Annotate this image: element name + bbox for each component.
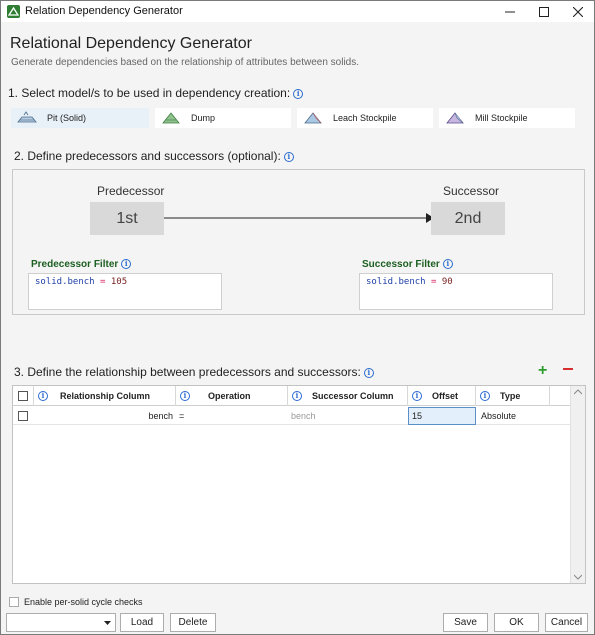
predecessor-node[interactable]: 1st — [90, 202, 164, 235]
successor-filter-input[interactable]: solid.bench = 90 — [359, 273, 553, 310]
filter-operator: = — [100, 277, 106, 287]
operation-column-label: Operation — [208, 391, 251, 401]
info-icon[interactable]: i — [412, 391, 422, 401]
predecessor-label: Predecessor — [97, 184, 165, 198]
relationship-column-label: Relationship Column — [60, 391, 150, 401]
close-icon — [573, 6, 583, 17]
grid-scrollbar[interactable] — [570, 386, 585, 583]
successor-label: Successor — [443, 184, 500, 198]
title-bar: Relation Dependency Generator — [1, 1, 594, 22]
select-all-header — [13, 386, 34, 406]
info-icon[interactable]: i — [121, 259, 132, 269]
load-button[interactable]: Load — [120, 613, 164, 632]
grid-header: i Relationship Column i Operation i Succ… — [13, 386, 570, 406]
predecessor-filter-title: Predecessor Filter i — [31, 259, 132, 270]
row-checkbox-cell — [18, 407, 30, 425]
arrow-connector — [164, 213, 434, 223]
info-icon[interactable]: i — [442, 259, 453, 269]
section2-label: 2. Define predecessors and successors (o… — [14, 149, 294, 163]
operation-cell[interactable]: = — [179, 407, 239, 425]
info-icon[interactable]: i — [363, 368, 374, 378]
operation-column-header[interactable]: i Operation — [176, 386, 288, 406]
offset-cell[interactable]: 15 — [408, 407, 476, 425]
cycle-check-checkbox[interactable] — [9, 597, 19, 607]
section2-label-text: 2. Define predecessors and successors (o… — [14, 149, 281, 163]
relationship-cell[interactable]: bench — [34, 407, 173, 425]
filter-value: 90 — [441, 277, 453, 287]
predecessor-filter-input[interactable]: solid.bench = 105 — [28, 273, 222, 310]
successor-filter-title-text: Successor Filter — [362, 259, 440, 270]
successor-value: bench — [291, 411, 316, 421]
type-cell[interactable]: Absolute — [481, 407, 551, 425]
chevron-down-icon — [104, 621, 111, 625]
cycle-check-option[interactable]: Enable per-solid cycle checks — [9, 597, 143, 607]
mill-stockpile-icon — [446, 112, 464, 124]
scroll-up-icon — [574, 389, 582, 395]
operation-value: = — [179, 411, 185, 421]
type-column-header[interactable]: i Type — [476, 386, 550, 406]
model-dump-label: Dump — [191, 113, 216, 123]
model-dump-button[interactable]: Dump — [155, 108, 291, 128]
offset-value: 15 — [412, 411, 423, 421]
info-icon[interactable]: i — [180, 391, 190, 401]
filter-field: solid.bench — [366, 277, 426, 287]
dialog-content: Relational Dependency Generator Generate… — [1, 22, 594, 634]
save-button[interactable]: Save — [443, 613, 488, 632]
model-leach-stockpile-label: Leach Stockpile — [333, 113, 397, 123]
info-icon[interactable]: i — [38, 391, 48, 401]
relationship-grid: i Relationship Column i Operation i Succ… — [12, 385, 586, 584]
relationship-column-header[interactable]: i Relationship Column — [34, 386, 176, 406]
filter-value: 105 — [110, 277, 128, 287]
model-pit-button[interactable]: Pit (Solid) — [11, 108, 149, 128]
maximize-button[interactable] — [527, 1, 561, 22]
section1-label: 1. Select model/s to be used in dependen… — [8, 86, 304, 100]
minimize-button[interactable] — [493, 1, 527, 22]
info-icon[interactable]: i — [292, 391, 302, 401]
remove-row-icon[interactable] — [563, 368, 573, 370]
successor-cell[interactable]: bench — [291, 407, 401, 425]
successor-node[interactable]: 2nd — [431, 202, 505, 235]
dialog-window: Relation Dependency Generator Relational… — [0, 0, 595, 635]
predecessor-filter-title-text: Predecessor Filter — [31, 259, 119, 270]
section3-label-text: 3. Define the relationship between prede… — [14, 365, 361, 379]
model-mill-stockpile-button[interactable]: Mill Stockpile — [439, 108, 575, 128]
offset-column-header[interactable]: i Offset — [408, 386, 476, 406]
app-icon — [7, 5, 20, 18]
row-checkbox[interactable] — [18, 411, 28, 421]
window-title: Relation Dependency Generator — [25, 5, 183, 17]
page-subtitle: Generate dependencies based on the relat… — [11, 57, 360, 68]
model-pit-label: Pit (Solid) — [47, 113, 87, 123]
preset-dropdown[interactable] — [6, 613, 116, 632]
scroll-down-icon — [574, 574, 582, 580]
predecessor-successor-panel: Predecessor 1st Successor 2nd Predecesso… — [12, 169, 585, 315]
info-icon[interactable]: i — [283, 152, 294, 162]
filter-field: solid.bench — [35, 277, 95, 287]
model-mill-stockpile-label: Mill Stockpile — [475, 113, 528, 123]
type-value: Absolute — [481, 411, 517, 421]
close-button[interactable] — [561, 1, 595, 22]
cancel-button[interactable]: Cancel — [545, 613, 588, 632]
successor-column-header[interactable]: i Successor Column — [288, 386, 408, 406]
add-row-icon[interactable]: + — [538, 362, 547, 380]
pit-icon — [17, 111, 37, 123]
table-row[interactable]: bench = bench 15 Absolute — [13, 407, 570, 425]
successor-filter-title: Successor Filter i — [362, 259, 453, 270]
page-title: Relational Dependency Generator — [10, 35, 252, 52]
info-icon[interactable]: i — [293, 89, 304, 99]
leach-stockpile-icon — [304, 112, 322, 124]
info-icon[interactable]: i — [480, 391, 490, 401]
dump-icon — [162, 112, 180, 124]
delete-button[interactable]: Delete — [170, 613, 216, 632]
model-leach-stockpile-button[interactable]: Leach Stockpile — [297, 108, 433, 128]
select-all-checkbox[interactable] — [18, 391, 28, 401]
ok-button[interactable]: OK — [494, 613, 539, 632]
filter-operator: = — [431, 277, 437, 287]
successor-column-label: Successor Column — [312, 391, 394, 401]
type-column-label: Type — [500, 391, 521, 401]
offset-column-label: Offset — [432, 391, 459, 401]
cycle-check-label: Enable per-solid cycle checks — [24, 597, 143, 607]
section1-label-text: 1. Select model/s to be used in dependen… — [8, 86, 291, 100]
relationship-value: bench — [148, 411, 173, 421]
section3-label: 3. Define the relationship between prede… — [14, 365, 374, 379]
